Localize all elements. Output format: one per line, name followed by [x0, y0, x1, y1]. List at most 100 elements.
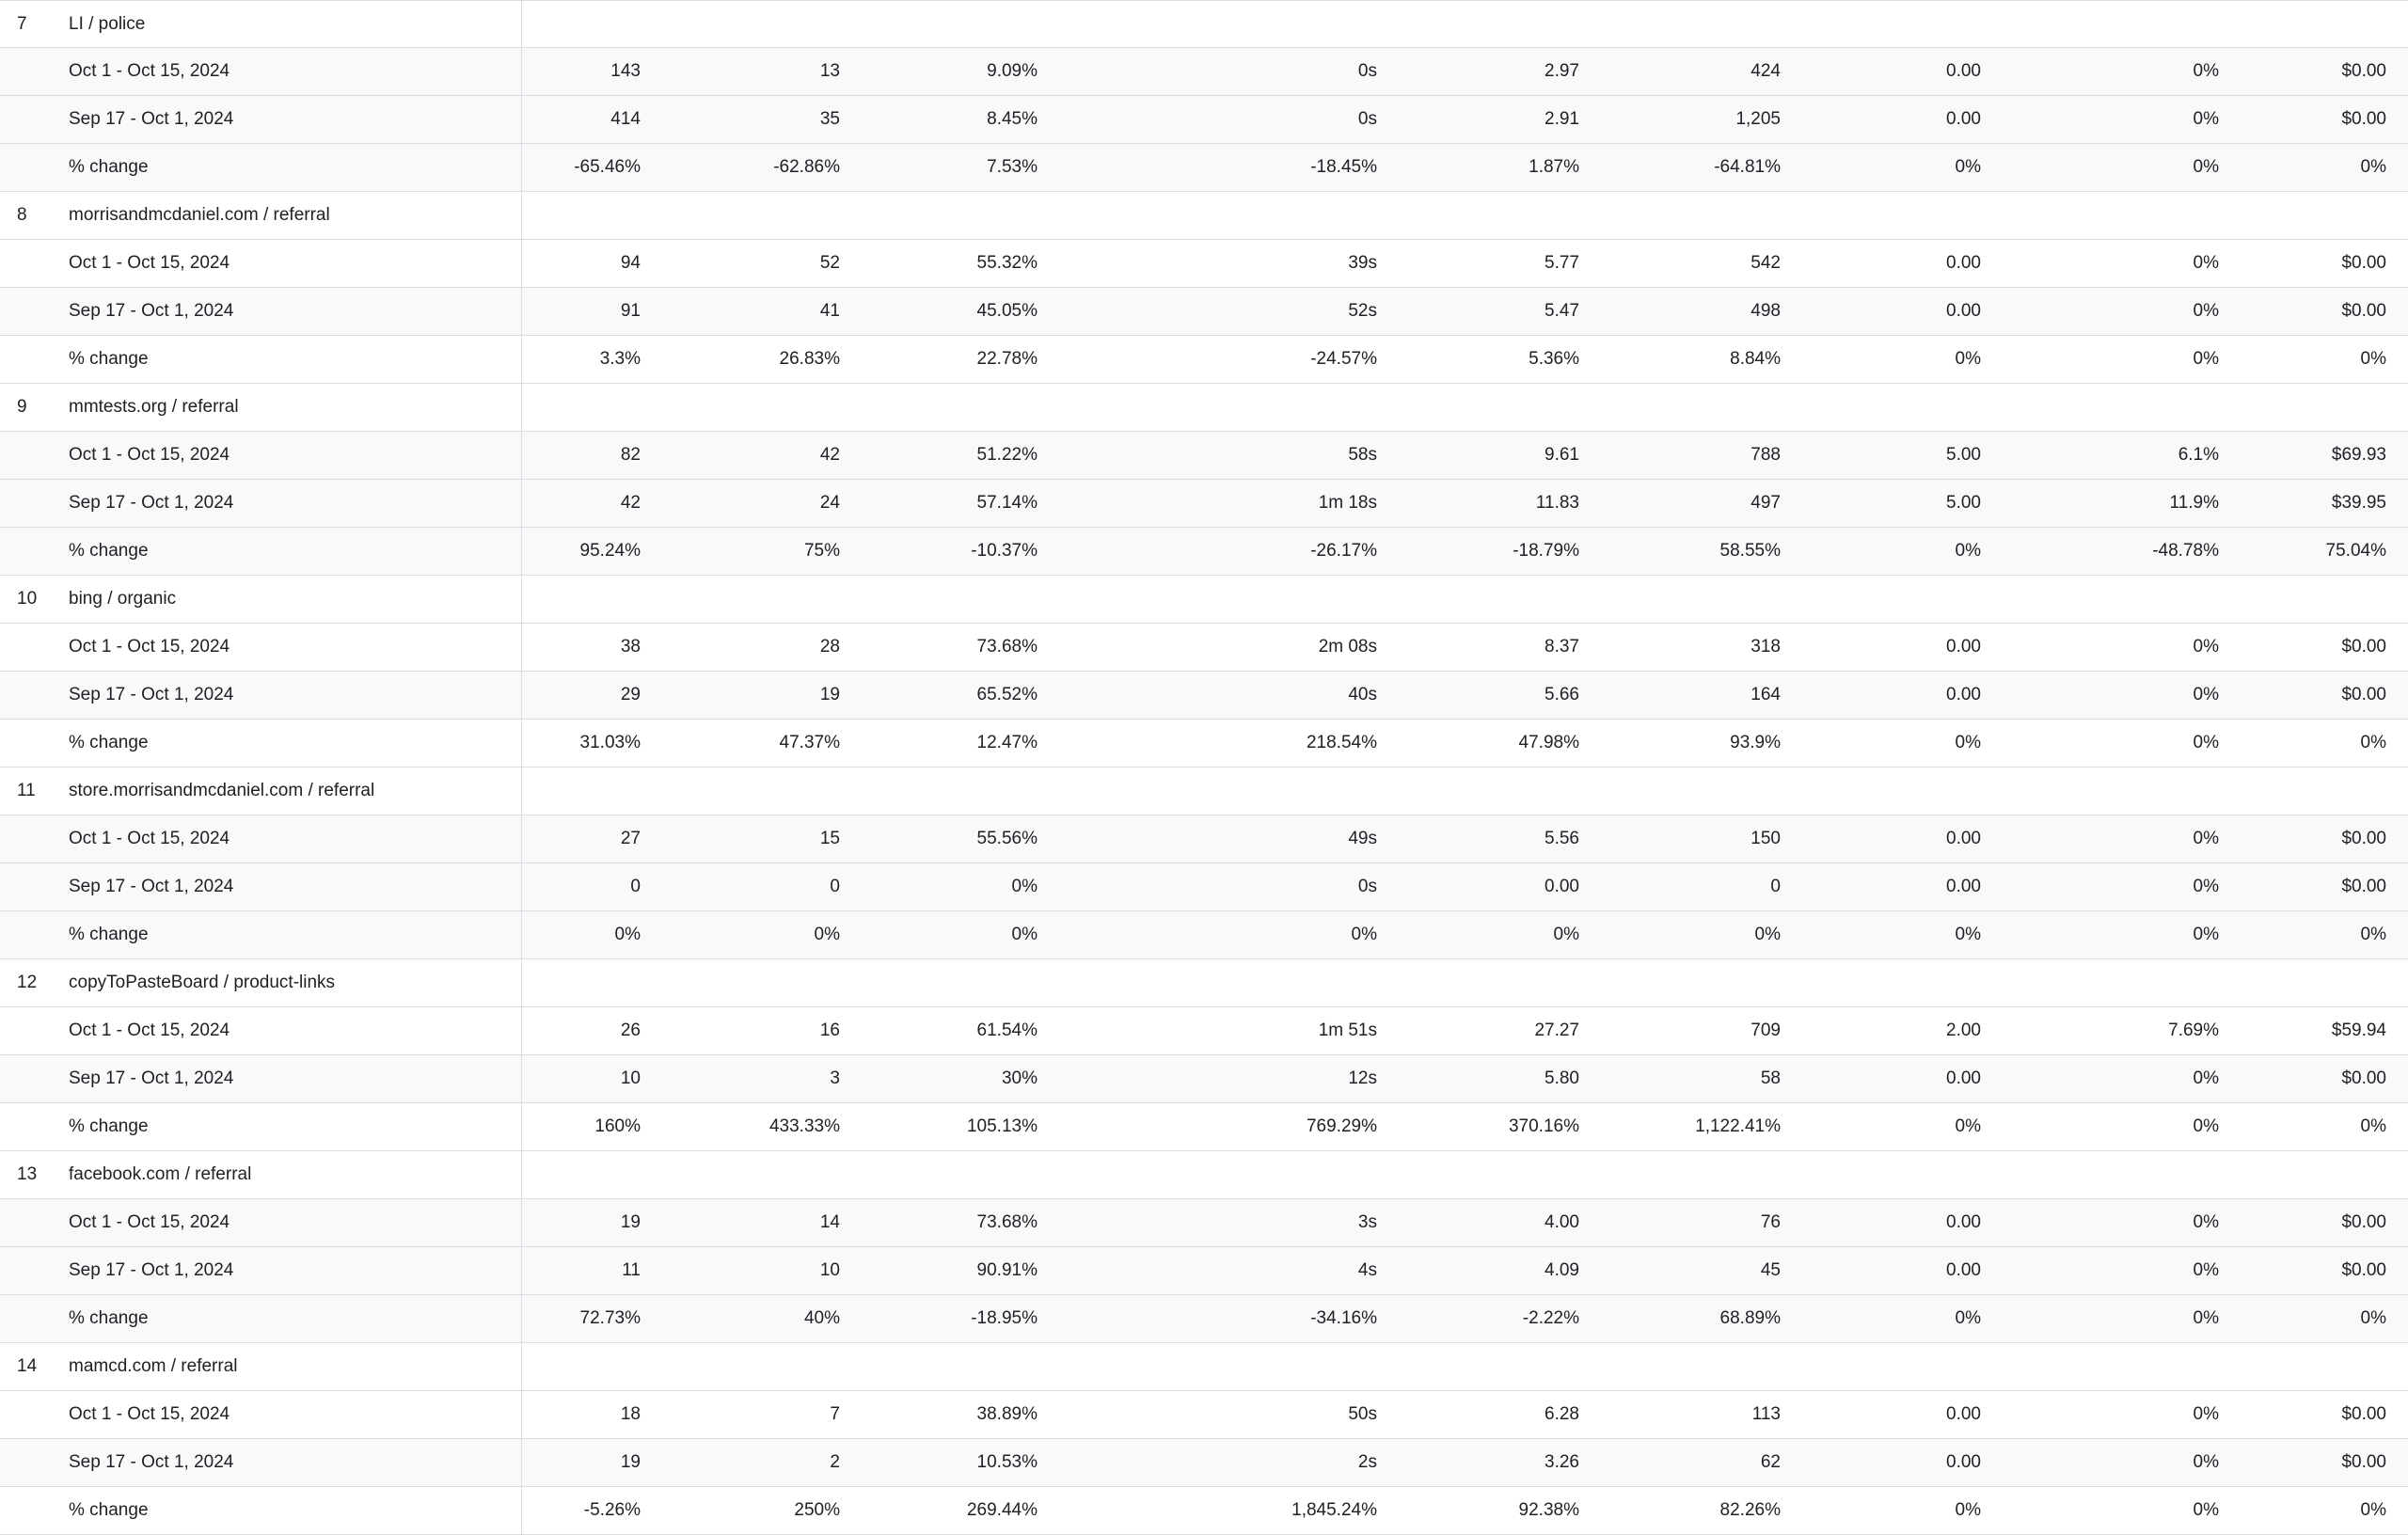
- metric-cell: $59.94: [2331, 1021, 2386, 1040]
- percent-change-row[interactable]: % change 72.73% 40% -18.95% -34.16% -2.22% 68.…: [0, 1295, 2408, 1343]
- table-group-row[interactable]: 8 morrisandmcdaniel.com / referral: [0, 192, 2408, 240]
- metric-cell: 0%: [2360, 733, 2386, 752]
- percent-change-row[interactable]: % change 3.3% 26.83% 22.78% -24.57% 5.36% 8.84…: [0, 336, 2408, 384]
- table-group-row[interactable]: 14 mamcd.com / referral: [0, 1343, 2408, 1391]
- metric-cell: 73.68%: [976, 1212, 1038, 1232]
- metric-cell: 0%: [1754, 925, 1781, 944]
- metric-cell: 11.83: [1535, 493, 1579, 513]
- metric-cell: -62.86%: [773, 157, 840, 177]
- column-divider: [521, 528, 522, 575]
- row-label: Sep 17 - Oct 1, 2024: [69, 1260, 234, 1280]
- date-range-row[interactable]: Sep 17 - Oct 1, 2024 10 3 30% 12s 5.80 58 0.00 0…: [0, 1055, 2408, 1103]
- column-divider: [521, 1295, 522, 1342]
- row-label: Sep 17 - Oct 1, 2024: [69, 301, 234, 321]
- column-divider: [521, 1103, 522, 1150]
- column-divider: [521, 1439, 522, 1486]
- metric-cell: 11.9%: [2169, 493, 2219, 513]
- percent-change-row[interactable]: % change 0% 0% 0% 0% 0% 0% 0% 0% 0%: [0, 911, 2408, 959]
- metric-cell: -24.57%: [1310, 349, 1377, 369]
- metric-cell: 5.77: [1545, 253, 1579, 273]
- metric-cell: 424: [1751, 61, 1781, 81]
- source-medium-label: mmtests.org / referral: [69, 397, 239, 417]
- metric-cell: 0%: [1351, 925, 1377, 944]
- percent-change-row[interactable]: % change 160% 433.33% 105.13% 769.29% 370.16%…: [0, 1103, 2408, 1151]
- table-group-row[interactable]: 9 mmtests.org / referral: [0, 384, 2408, 432]
- metric-cell: 5.00: [1946, 493, 1981, 513]
- row-label: Sep 17 - Oct 1, 2024: [69, 1068, 234, 1088]
- table-group-row[interactable]: 13 facebook.com / referral: [0, 1151, 2408, 1199]
- metric-cell: -48.78%: [2152, 541, 2219, 561]
- metric-cell: 0.00: [1946, 685, 1981, 704]
- metric-cell: 0%: [1955, 1116, 1981, 1136]
- metric-cell: 58: [1760, 1068, 1781, 1088]
- metric-cell: 0.00: [1946, 253, 1981, 273]
- table-group-row[interactable]: 12 copyToPasteBoard / product-links: [0, 959, 2408, 1007]
- date-range-row[interactable]: Sep 17 - Oct 1, 2024 42 24 57.14% 1m 18s 11.8…: [0, 480, 2408, 528]
- percent-change-row[interactable]: % change -5.26% 250% 269.44% 1,845.24% 92.38%…: [0, 1487, 2408, 1535]
- metric-cell: 9.61: [1545, 445, 1579, 465]
- date-range-row[interactable]: Oct 1 - Oct 15, 2024 82 42 51.22% 58s 9.61 788…: [0, 432, 2408, 480]
- date-range-row[interactable]: Sep 17 - Oct 1, 2024 414 35 8.45% 0s 2.91 1,20…: [0, 96, 2408, 144]
- date-range-row[interactable]: Oct 1 - Oct 15, 2024 26 16 61.54% 1m 51s 27.2…: [0, 1007, 2408, 1055]
- metric-cell: 30%: [1001, 1068, 1038, 1088]
- metric-cell: 0%: [2193, 925, 2219, 944]
- metric-cell: 498: [1751, 301, 1781, 321]
- percent-change-row[interactable]: % change -65.46% -62.86% 7.53% -18.45% 1.87% -…: [0, 144, 2408, 192]
- column-divider: [521, 768, 522, 815]
- metric-cell: 0%: [2360, 1500, 2386, 1520]
- column-divider: [521, 384, 522, 431]
- row-label: % change: [69, 1500, 149, 1520]
- date-range-row[interactable]: Sep 17 - Oct 1, 2024 91 41 45.05% 52s 5.47 498…: [0, 288, 2408, 336]
- date-range-row[interactable]: Oct 1 - Oct 15, 2024 94 52 55.32% 39s 5.77 542…: [0, 240, 2408, 288]
- row-label: Oct 1 - Oct 15, 2024: [69, 1404, 230, 1424]
- metric-cell: 4s: [1357, 1260, 1377, 1280]
- metric-cell: 75%: [803, 541, 840, 561]
- column-divider: [521, 1247, 522, 1294]
- date-range-row[interactable]: Oct 1 - Oct 15, 2024 19 14 73.68% 3s 4.00 76 0.…: [0, 1199, 2408, 1247]
- metric-cell: 0%: [2193, 61, 2219, 81]
- metric-cell: 0%: [2193, 877, 2219, 896]
- percent-change-row[interactable]: % change 95.24% 75% -10.37% -26.17% -18.79% 58…: [0, 528, 2408, 576]
- metric-cell: 72.73%: [579, 1308, 641, 1328]
- metric-cell: 0.00: [1946, 61, 1981, 81]
- date-range-row[interactable]: Oct 1 - Oct 15, 2024 18 7 38.89% 50s 6.28 113 0…: [0, 1391, 2408, 1439]
- date-range-row[interactable]: Sep 17 - Oct 1, 2024 19 2 10.53% 2s 3.26 62 0.0…: [0, 1439, 2408, 1487]
- table-group-row[interactable]: 10 bing / organic: [0, 576, 2408, 624]
- row-label: % change: [69, 1308, 149, 1328]
- metric-cell: 0.00: [1946, 1404, 1981, 1424]
- row-index: 12: [17, 973, 38, 992]
- metric-cell: 15: [819, 829, 840, 848]
- metric-cell: 55.32%: [976, 253, 1038, 273]
- percent-change-row[interactable]: % change 31.03% 47.37% 12.47% 218.54% 47.98% 9…: [0, 720, 2408, 768]
- column-divider: [521, 1343, 522, 1390]
- source-medium-label: mamcd.com / referral: [69, 1356, 238, 1376]
- metric-cell: -34.16%: [1310, 1308, 1377, 1328]
- date-range-row[interactable]: Sep 17 - Oct 1, 2024 0 0 0% 0s 0.00 0 0.00 0% $0.…: [0, 863, 2408, 911]
- date-range-row[interactable]: Oct 1 - Oct 15, 2024 38 28 73.68% 2m 08s 8.37…: [0, 624, 2408, 672]
- metric-cell: 18: [620, 1404, 641, 1424]
- metric-cell: 318: [1751, 637, 1781, 657]
- date-range-row[interactable]: Sep 17 - Oct 1, 2024 11 10 90.91% 4s 4.09 45 0.…: [0, 1247, 2408, 1295]
- column-divider: [521, 1487, 522, 1534]
- metric-cell: 0%: [2193, 1452, 2219, 1472]
- metric-cell: 5.56: [1545, 829, 1579, 848]
- row-label: Sep 17 - Oct 1, 2024: [69, 877, 234, 896]
- date-range-row[interactable]: Oct 1 - Oct 15, 2024 27 15 55.56% 49s 5.56 150…: [0, 815, 2408, 863]
- metric-cell: 0%: [2193, 733, 2219, 752]
- column-divider: [521, 720, 522, 767]
- metric-cell: $0.00: [2341, 1068, 2386, 1088]
- metric-cell: 1.87%: [1529, 157, 1579, 177]
- metric-cell: 19: [620, 1212, 641, 1232]
- metric-cell: 5.36%: [1529, 349, 1579, 369]
- metric-cell: 39s: [1348, 253, 1377, 273]
- row-index: 11: [17, 781, 36, 800]
- source-medium-label: store.morrisandmcdaniel.com / referral: [69, 781, 375, 800]
- metric-cell: 65.52%: [976, 685, 1038, 704]
- metric-cell: 0%: [1011, 925, 1038, 944]
- metric-cell: 788: [1751, 445, 1781, 465]
- metric-cell: 1m 18s: [1318, 493, 1377, 513]
- date-range-row[interactable]: Oct 1 - Oct 15, 2024 143 13 9.09% 0s 2.97 424 0…: [0, 48, 2408, 96]
- table-group-row[interactable]: 11 store.morrisandmcdaniel.com / referral: [0, 768, 2408, 815]
- table-group-row[interactable]: 7 LI / police: [0, 0, 2408, 48]
- date-range-row[interactable]: Sep 17 - Oct 1, 2024 29 19 65.52% 40s 5.66 164…: [0, 672, 2408, 720]
